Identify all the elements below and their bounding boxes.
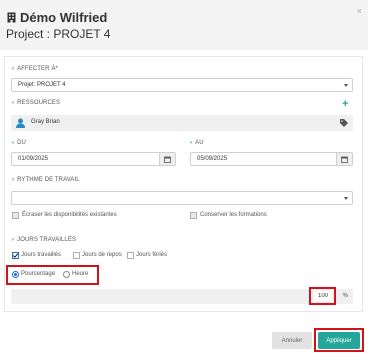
chevron-right-icon: › (12, 237, 15, 243)
jours-feries-label: Jours fériés (136, 252, 168, 258)
calendar-icon (164, 156, 171, 163)
du-calendar-button[interactable] (159, 153, 175, 165)
affecter-label: › AFFECTER À* (12, 66, 58, 72)
building-icon (7, 12, 16, 23)
au-label: › AU (190, 140, 204, 146)
du-label: › DU (12, 140, 26, 146)
heure-radio[interactable] (63, 271, 70, 278)
ressources-label: › RESSOURCES (12, 100, 61, 106)
apply-button[interactable]: Appliquer (318, 332, 360, 349)
du-date-field[interactable]: 01/09/2025 (11, 152, 176, 166)
rythme-select[interactable] (11, 191, 353, 205)
cancel-button[interactable]: Annuler (272, 332, 312, 349)
jours-travailles-checkbox[interactable] (12, 252, 19, 259)
jours-repos-label: Jours de repos (82, 252, 122, 258)
chevron-down-icon (344, 84, 348, 87)
percentage-input[interactable] (314, 291, 332, 301)
chevron-right-icon: › (12, 177, 15, 183)
tag-icon[interactable] (340, 119, 348, 127)
ecraser-label: Écraser les disponibilités existantes (22, 212, 117, 218)
jours-repos-checkbox[interactable] (73, 252, 80, 259)
resource-name: Gray Brian (31, 119, 60, 125)
chevron-right-icon: › (12, 66, 15, 72)
pourcentage-label: Pourcentage (21, 271, 56, 277)
conserver-label: Conserver les formations (200, 212, 267, 218)
unit-label: % (342, 293, 348, 299)
modal-subtitle: Project : PROJET 4 (6, 27, 111, 41)
chevron-right-icon: › (12, 140, 15, 146)
title-row: Démo Wilfried (7, 10, 107, 25)
resource-chip[interactable]: Gray Brian (11, 115, 353, 131)
add-resource-icon[interactable]: + (342, 98, 348, 110)
value-field: % (11, 289, 353, 304)
heure-label: Heure (72, 271, 89, 277)
au-date-value: 05/09/2025 (197, 156, 228, 162)
chevron-right-icon: › (190, 140, 193, 146)
pourcentage-radio[interactable] (12, 271, 19, 278)
conserver-checkbox[interactable] (190, 212, 197, 219)
affecter-value: Projet: PROJET 4 (18, 82, 66, 88)
jours-label: › JOURS TRAVAILLÉS (12, 237, 77, 243)
ecraser-checkbox[interactable] (12, 212, 19, 219)
modal-title: Démo Wilfried (20, 10, 108, 25)
rythme-label: › RYTHME DE TRAVAIL (12, 177, 80, 183)
au-date-field[interactable]: 05/09/2025 (190, 152, 353, 166)
calendar-icon (341, 156, 348, 163)
user-icon (16, 118, 25, 128)
au-calendar-button[interactable] (336, 153, 352, 165)
du-date-value: 01/09/2025 (18, 156, 49, 162)
jours-travailles-label: Jours travaillés (21, 252, 62, 258)
chevron-down-icon (344, 197, 348, 200)
close-icon[interactable]: × (357, 6, 362, 16)
chevron-right-icon: › (12, 100, 15, 106)
affecter-select[interactable]: Projet: PROJET 4 (11, 78, 353, 92)
modal-header: Démo Wilfried Project : PROJET 4 × (0, 0, 368, 50)
check-icon (12, 253, 19, 258)
jours-feries-checkbox[interactable] (127, 252, 134, 259)
